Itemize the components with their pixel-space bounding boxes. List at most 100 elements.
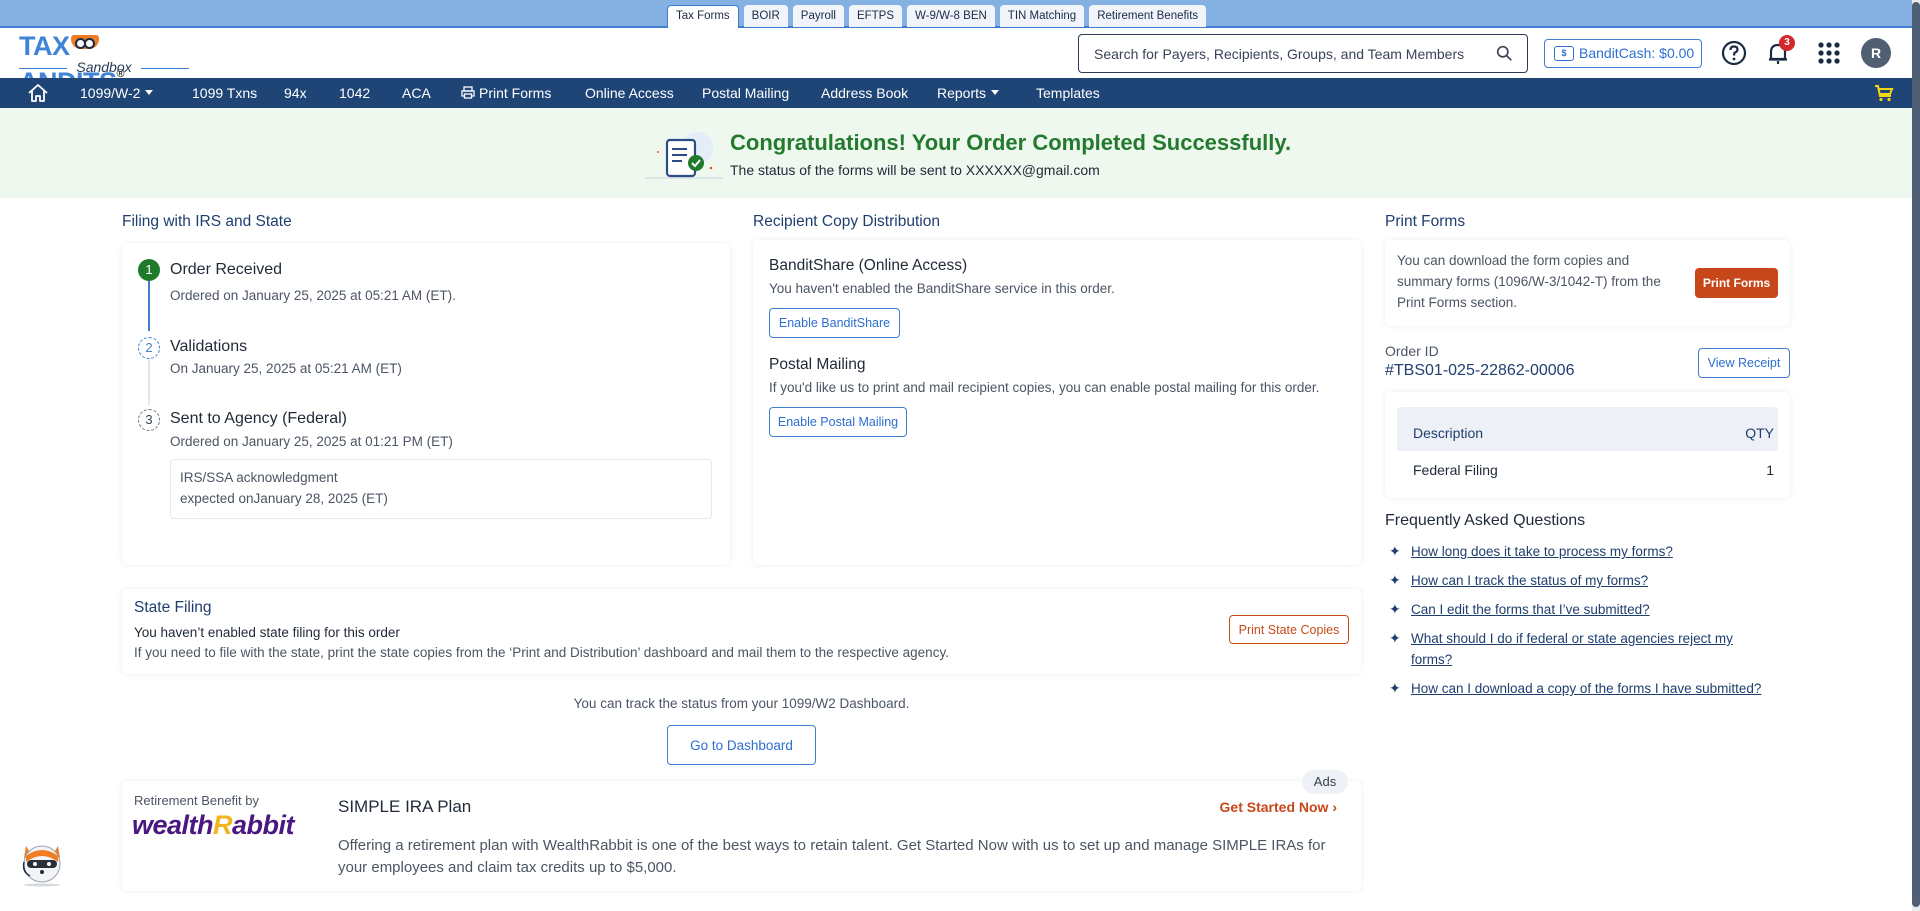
nav-item-1099-w2[interactable]: 1099/W-2 (80, 78, 154, 108)
order-id-label: Order ID (1385, 343, 1439, 359)
nav-label: Reports (937, 85, 987, 101)
sparkle-icon: ✦ (1389, 630, 1401, 646)
state-filing-title: State Filing (134, 599, 212, 616)
nav-item-94x[interactable]: 94x (284, 78, 307, 108)
order-id-value: #TBS01-025-22862-00006 (1385, 362, 1575, 379)
step-3-title: Sent to Agency (Federal) (170, 410, 347, 427)
sparkle-icon: ✦ (1389, 572, 1401, 588)
nav-item-1099-txns[interactable]: 1099 Txns (192, 78, 257, 108)
ad-title: SIMPLE IRA Plan (338, 797, 472, 816)
nav-item-aca[interactable]: ACA (402, 78, 431, 108)
wealthrabbit-logo-text: wealth (132, 810, 214, 840)
view-receipt-button[interactable]: View Receipt (1698, 348, 1790, 378)
nav-item-templates[interactable]: Templates (1036, 78, 1100, 108)
help-icon[interactable] (1720, 39, 1748, 67)
home-icon[interactable] (27, 83, 49, 103)
notification-badge: 3 (1779, 35, 1795, 51)
go-to-dashboard-button[interactable]: Go to Dashboard (667, 725, 816, 765)
product-tab-tin-matching[interactable]: TIN Matching (999, 5, 1085, 27)
faq-link[interactable]: Can I edit the forms that I’ve submitted… (1411, 599, 1650, 620)
print-forms-button[interactable]: Print Forms (1695, 268, 1778, 298)
product-tab-boir[interactable]: BOIR (743, 5, 788, 27)
step-2-badge: 2 (138, 337, 160, 359)
printer-icon (461, 86, 475, 99)
apps-grid-icon[interactable] (1815, 39, 1843, 67)
banditshare-text: You haven't enabled the BanditShare serv… (769, 281, 1115, 296)
order-table-cell-qty: 1 (1766, 462, 1774, 478)
faq-link[interactable]: What should I do if federal or state age… (1411, 628, 1733, 649)
print-forms-text: You can download the form copies and sum… (1397, 250, 1661, 313)
nav-item-online-access[interactable]: Online Access (585, 78, 674, 108)
retirement-ad-card: Retirement Benefit by wealthRabbit SIMPL… (122, 781, 1361, 891)
search-icon[interactable] (1496, 45, 1513, 62)
step-1-subtitle: Ordered on January 25, 2025 at 05:21 AM … (170, 288, 456, 303)
product-tab-retirement-benefits[interactable]: Retirement Benefits (1089, 5, 1207, 27)
ad-body: Offering a retirement plan with WealthRa… (338, 837, 1326, 876)
step-2-title: Validations (170, 338, 248, 355)
logo-text-left: TAX (19, 31, 70, 61)
bandit-mask-icon (70, 35, 99, 49)
step-3-subtitle: Ordered on January 25, 2025 at 01:21 PM … (170, 434, 453, 449)
user-avatar[interactable]: R (1861, 38, 1891, 68)
nav-item-print-forms[interactable]: Print Forms (461, 78, 551, 108)
chevron-down-icon (145, 90, 154, 95)
success-subtitle: The status of the forms will be sent to … (730, 162, 1100, 178)
product-tab-payroll[interactable]: Payroll (792, 5, 844, 27)
wealthrabbit-logo[interactable]: wealthRabbit (132, 810, 295, 841)
chevron-down-icon (991, 90, 1000, 95)
search-input[interactable] (1079, 35, 1479, 72)
nav-item-address-book[interactable]: Address Book (821, 78, 908, 108)
faq-item: ✦ How long does it take to process my for… (1389, 541, 1673, 562)
wealthrabbit-logo-text: abbit (232, 810, 295, 840)
nav-item-1042[interactable]: 1042 (339, 78, 370, 108)
print-forms-text-line: Print Forms section. (1397, 295, 1518, 310)
acknowledgment-box: IRS/SSA acknowledgment expected onJanuar… (170, 459, 712, 519)
product-tab-tax-forms[interactable]: Tax Forms (667, 5, 739, 29)
search-box (1078, 34, 1528, 73)
nav-item-reports[interactable]: Reports (937, 78, 1000, 108)
print-forms-text-line: summary forms (1096/W-3/1042-T) from the (1397, 274, 1661, 289)
faq-item: ✦ Can I edit the forms that I’ve submitte… (1389, 599, 1650, 620)
faq-link[interactable]: How can I track the status of my forms? (1411, 570, 1648, 591)
faq-item: ✦ How can I track the status of my forms? (1389, 570, 1648, 591)
recipient-section-title: Recipient Copy Distribution (753, 213, 940, 230)
print-state-copies-button[interactable]: Print State Copies (1229, 615, 1349, 644)
recipient-distribution-card: BanditShare (Online Access) You haven't … (753, 240, 1361, 565)
support-mascot-icon[interactable] (16, 836, 68, 888)
page-scrollbar[interactable] (1912, 0, 1920, 911)
wallet-icon: $ (1554, 46, 1574, 61)
scrollbar-thumb[interactable] (1912, 2, 1920, 907)
nav-label: Print Forms (479, 85, 552, 101)
print-forms-card: You can download the form copies and sum… (1385, 240, 1790, 326)
ads-pill: Ads (1302, 770, 1348, 794)
nav-label: 1099/W-2 (80, 85, 141, 101)
enable-postal-mailing-button[interactable]: Enable Postal Mailing (769, 407, 907, 437)
step-3-badge: 3 (138, 409, 160, 431)
cart-icon[interactable] (1874, 84, 1894, 102)
nav-item-postal-mailing[interactable]: Postal Mailing (702, 78, 789, 108)
order-table-cell-description: Federal Filing (1413, 462, 1498, 478)
sparkle-icon: ✦ (1389, 543, 1401, 559)
enable-banditshare-button[interactable]: Enable BanditShare (769, 308, 900, 338)
faq-title: Frequently Asked Questions (1385, 512, 1586, 529)
step-1-title: Order Received (170, 261, 283, 278)
product-tab-w9-w8ben[interactable]: W-9/W-8 BEN (907, 5, 995, 27)
success-title: Congratulations! Your Order Completed Su… (730, 130, 1292, 155)
taxbandits-logo[interactable]: TAXANDITS® Sandbox (19, 31, 199, 96)
main-nav: 1099/W-2 1099 Txns 94x 1042 ACA Print Fo… (0, 78, 1912, 108)
ad-sponsor-label: Retirement Benefit by (134, 793, 260, 808)
logo-sandbox-label: Sandbox (19, 59, 189, 75)
print-forms-text-line: You can download the form copies and (1397, 253, 1630, 268)
get-started-now-link[interactable]: Get Started Now › (1220, 799, 1337, 815)
print-forms-section-title: Print Forms (1385, 213, 1466, 230)
faq-link-continued[interactable]: forms? (1411, 649, 1733, 670)
bandit-cash-label: BanditCash: $0.00 (1579, 45, 1695, 61)
product-tab-eftps[interactable]: EFTPS (848, 5, 903, 27)
filing-section-title: Filing with IRS and State (122, 213, 292, 230)
bandit-cash-button[interactable]: $ BanditCash: $0.00 (1544, 39, 1702, 68)
faq-item: ✦ What should I do if federal or state ag… (1389, 628, 1733, 670)
product-tabs: Tax Forms BOIR Payroll EFTPS W-9/W-8 BEN… (667, 5, 1207, 29)
document-check-icon: + (645, 132, 723, 179)
faq-link[interactable]: How long does it take to process my form… (1411, 541, 1673, 562)
order-table-header-qty: QTY (1745, 425, 1774, 441)
